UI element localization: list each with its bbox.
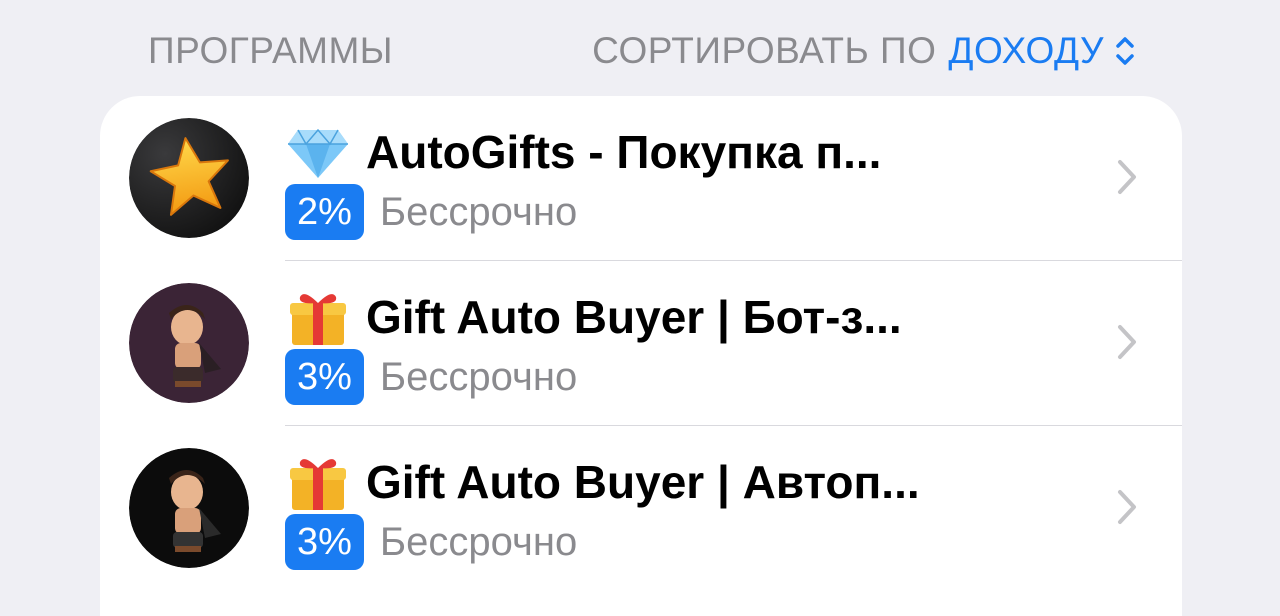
chevron-right-icon	[1118, 160, 1136, 194]
programs-list: AutoGifts - Покупка п... 2% Бессрочно Gi…	[100, 96, 1182, 616]
list-header: ПРОГРАММЫ СОРТИРОВАТЬ ПО ДОХОДУ	[0, 0, 1280, 96]
list-item[interactable]: Gift Auto Buyer | Автоп... 3% Бессрочно	[100, 426, 1182, 591]
duration-label: Бессрочно	[379, 189, 578, 234]
program-title: Gift Auto Buyer | Автоп...	[366, 456, 920, 508]
gift-icon	[290, 459, 346, 510]
sort-prefix: СОРТИРОВАТЬ ПО	[592, 30, 937, 71]
section-title: ПРОГРАММЫ	[148, 30, 394, 71]
program-title: Gift Auto Buyer | Бот-з...	[366, 291, 902, 343]
chevron-right-icon	[1118, 325, 1136, 359]
character-avatar-black	[129, 448, 249, 568]
sort-value: ДОХОДУ	[948, 30, 1104, 71]
gem-icon	[288, 128, 348, 178]
commission-badge: 3%	[285, 349, 364, 405]
duration-label: Бессрочно	[379, 354, 578, 399]
chevron-right-icon	[1118, 490, 1136, 524]
commission-badge: 3%	[285, 514, 364, 570]
list-item[interactable]: AutoGifts - Покупка п... 2% Бессрочно	[100, 96, 1182, 261]
program-title: AutoGifts - Покупка п...	[366, 126, 882, 178]
list-item[interactable]: Gift Auto Buyer | Бот-з... 3% Бессрочно	[100, 261, 1182, 426]
commission-badge: 2%	[285, 184, 364, 240]
sort-selector[interactable]: СОРТИРОВАТЬ ПО ДОХОДУ	[592, 30, 1136, 72]
chevron-up-down-icon	[1116, 37, 1134, 65]
gift-icon	[290, 294, 346, 345]
duration-label: Бессрочно	[379, 519, 578, 564]
star-avatar	[129, 118, 249, 238]
character-avatar-purple	[129, 283, 249, 403]
